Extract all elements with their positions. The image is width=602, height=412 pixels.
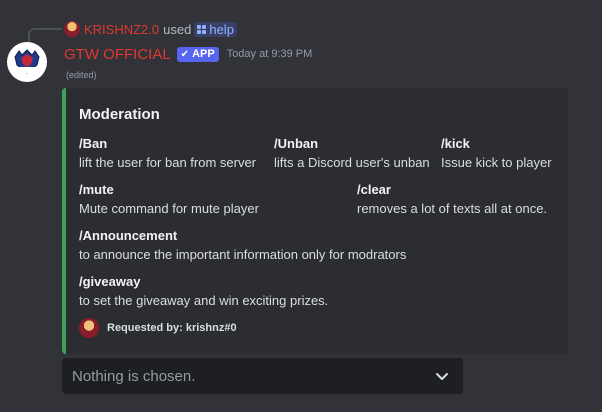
message-timestamp[interactable]: Today at 9:39 PM xyxy=(227,48,313,60)
field-value: to set the giveaway and win exciting pri… xyxy=(79,293,329,308)
field-name: /mute xyxy=(79,182,114,197)
edited-label: (edited) xyxy=(66,70,97,80)
footer-avatar-icon xyxy=(79,318,99,338)
replied-username[interactable]: KRISHNZ2.0 xyxy=(84,22,159,37)
field-value: removes a lot of texts all at once. xyxy=(357,201,548,216)
select-placeholder: Nothing is chosen. xyxy=(72,367,196,385)
field-name: /Announcement xyxy=(79,228,178,243)
field-name: /kick xyxy=(441,136,470,151)
field-value: Mute command for mute player xyxy=(79,201,259,216)
reply-used-text: used xyxy=(163,21,192,37)
field-name: /clear xyxy=(357,182,391,197)
embed-card: Moderation /Ban lift the user for ban fr… xyxy=(62,88,568,354)
embed-title: Moderation xyxy=(79,106,160,123)
reply-context[interactable]: KRISHNZ2.0 used help xyxy=(64,20,237,38)
embed-field: /kick Issue kick to player xyxy=(441,136,552,171)
field-value: lift the user for ban from server xyxy=(79,155,257,170)
field-name: /giveaway xyxy=(79,274,141,289)
field-name: /Unban xyxy=(274,136,319,151)
embed-field: /mute Mute command for mute player xyxy=(79,182,259,217)
command-name: help xyxy=(209,21,234,37)
verified-check-icon: ✔ xyxy=(180,48,190,60)
embed-field: /Announcement to announce the important … xyxy=(79,228,406,263)
reply-connector xyxy=(28,28,62,42)
field-name: /Ban xyxy=(79,136,108,151)
command-mention[interactable]: help xyxy=(194,21,237,37)
embed-field: /giveaway to set the giveaway and win ex… xyxy=(79,274,328,309)
message-header: GTW OFFICIAL ✔ APP Today at 9:39 PM xyxy=(64,44,312,64)
embed-footer: Requested by: krishnz#0 xyxy=(79,318,237,338)
embed-field: /Ban lift the user for ban from server xyxy=(79,136,256,171)
chevron-down-icon[interactable] xyxy=(435,369,449,383)
bot-avatar[interactable] xyxy=(7,42,47,82)
author-username[interactable]: GTW OFFICIAL xyxy=(64,46,171,63)
replied-user-avatar[interactable] xyxy=(64,21,80,37)
app-badge-label: APP xyxy=(192,48,215,60)
field-value: to announce the important information on… xyxy=(79,247,407,262)
field-value: lifts a Discord user's unban xyxy=(274,155,430,170)
app-badge: ✔ APP xyxy=(176,46,219,62)
embed-field: /Unban lifts a Discord user's unban xyxy=(274,136,430,171)
command-icon xyxy=(197,24,207,34)
gtw-logo-icon xyxy=(14,49,40,74)
field-value: Issue kick to player xyxy=(441,155,552,170)
select-menu[interactable]: Nothing is chosen. xyxy=(62,358,463,394)
footer-text: Requested by: krishnz#0 xyxy=(107,322,237,334)
embed-field: /clear removes a lot of texts all at onc… xyxy=(357,182,547,217)
